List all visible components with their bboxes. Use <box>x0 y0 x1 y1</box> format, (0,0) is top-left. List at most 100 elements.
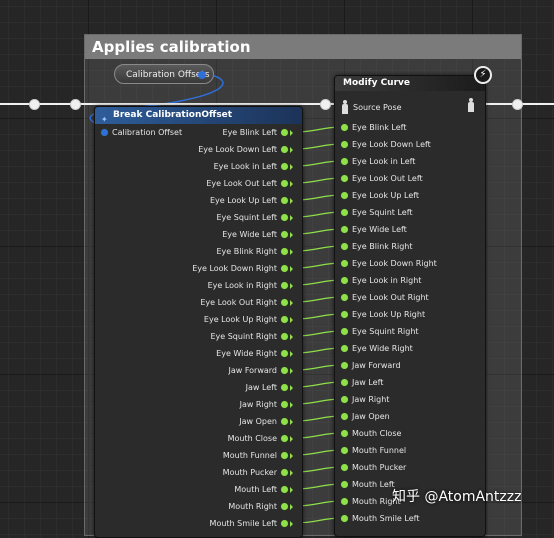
input-pin-row[interactable]: Mouth Close <box>341 429 401 438</box>
float-input-pin[interactable] <box>341 243 348 250</box>
float-output-pin[interactable] <box>281 299 288 306</box>
float-output-pin[interactable] <box>281 520 288 527</box>
output-pin-row[interactable]: Eye Blink Left <box>223 128 293 137</box>
float-output-pin[interactable] <box>281 282 288 289</box>
float-input-pin[interactable] <box>341 294 348 301</box>
float-output-pin[interactable] <box>281 384 288 391</box>
float-input-pin[interactable] <box>341 158 348 165</box>
input-pin-row[interactable]: Mouth Smile Left <box>341 514 419 523</box>
float-output-pin[interactable] <box>281 469 288 476</box>
float-input-pin[interactable] <box>341 515 348 522</box>
float-input-pin[interactable] <box>341 277 348 284</box>
float-output-pin[interactable] <box>281 231 288 238</box>
break-calibration-offset-node[interactable]: ✦ Break CalibrationOffset Calibration Of… <box>94 106 303 538</box>
float-output-pin[interactable] <box>281 435 288 442</box>
float-input-pin[interactable] <box>341 226 348 233</box>
output-pin-row[interactable]: Mouth Left <box>234 485 293 494</box>
input-pin-row[interactable]: Eye Look Out Right <box>341 293 429 302</box>
float-output-pin[interactable] <box>281 214 288 221</box>
reroute-node[interactable] <box>512 99 523 110</box>
output-pin-row[interactable]: Eye Look Down Right <box>192 264 293 273</box>
output-pin-row[interactable]: Eye Look Out Right <box>200 298 293 307</box>
float-output-pin[interactable] <box>281 146 288 153</box>
float-output-pin[interactable] <box>281 418 288 425</box>
output-pin-row[interactable]: Eye Look Down Left <box>198 145 293 154</box>
float-input-pin[interactable] <box>341 396 348 403</box>
variable-output-pin[interactable] <box>198 71 206 79</box>
float-output-pin[interactable] <box>281 316 288 323</box>
output-pin-row[interactable]: Jaw Open <box>239 417 293 426</box>
float-input-pin[interactable] <box>341 430 348 437</box>
float-output-pin[interactable] <box>281 163 288 170</box>
output-pin-row[interactable]: Eye Look Out Left <box>206 179 293 188</box>
output-pin-row[interactable]: Eye Wide Left <box>222 230 293 239</box>
source-pose-row[interactable]: Source Pose <box>341 100 402 114</box>
float-input-pin[interactable] <box>341 175 348 182</box>
float-input-pin[interactable] <box>341 464 348 471</box>
input-pin-row[interactable]: Eye Look Out Left <box>341 174 423 183</box>
output-pin-row[interactable]: Eye Look in Right <box>208 281 293 290</box>
output-pin-row[interactable]: Mouth Smile Left <box>210 519 293 528</box>
pose-figure-icon[interactable] <box>467 98 475 112</box>
output-pin-row[interactable]: Jaw Left <box>246 383 293 392</box>
input-pin-row[interactable]: Eye Squint Left <box>341 208 413 217</box>
input-pin-row[interactable]: Eye Look in Left <box>341 157 415 166</box>
input-pin-row[interactable]: Eye Look in Right <box>341 276 421 285</box>
input-pin-row[interactable]: Eye Look Down Right <box>341 259 437 268</box>
float-input-pin[interactable] <box>341 345 348 352</box>
input-pin-row[interactable]: Eye Blink Right <box>341 242 413 251</box>
float-input-pin[interactable] <box>341 260 348 267</box>
input-pin-row[interactable]: Jaw Forward <box>341 361 401 370</box>
float-output-pin[interactable] <box>281 350 288 357</box>
reroute-node[interactable] <box>70 99 81 110</box>
modify-curve-node[interactable]: Modify Curve Source Pose Eye Blink Left E… <box>334 75 486 537</box>
float-input-pin[interactable] <box>341 379 348 386</box>
float-output-pin[interactable] <box>281 452 288 459</box>
float-input-pin[interactable] <box>341 413 348 420</box>
output-pin-row[interactable]: Mouth Close <box>228 434 293 443</box>
output-pin-row[interactable]: Mouth Pucker <box>223 468 293 477</box>
struct-input-pin[interactable] <box>101 129 108 136</box>
float-output-pin[interactable] <box>281 367 288 374</box>
float-output-pin[interactable] <box>281 197 288 204</box>
reroute-node[interactable] <box>320 99 331 110</box>
float-input-pin[interactable] <box>341 124 348 131</box>
float-output-pin[interactable] <box>281 401 288 408</box>
float-output-pin[interactable] <box>281 248 288 255</box>
float-output-pin[interactable] <box>281 265 288 272</box>
input-pin-row[interactable]: Eye Wide Left <box>341 225 407 234</box>
input-pin-row[interactable]: Mouth Funnel <box>341 446 406 455</box>
float-output-pin[interactable] <box>281 333 288 340</box>
input-pin-row[interactable]: Jaw Open <box>341 412 390 421</box>
reroute-node[interactable] <box>29 99 40 110</box>
float-input-pin[interactable] <box>341 328 348 335</box>
float-input-pin[interactable] <box>341 311 348 318</box>
output-pin-row[interactable]: Mouth Right <box>228 502 293 511</box>
output-pin-row[interactable]: Eye Blink Right <box>217 247 293 256</box>
output-pin-row[interactable]: Eye Wide Right <box>216 349 293 358</box>
float-output-pin[interactable] <box>281 129 288 136</box>
input-pin-row[interactable]: Mouth Left <box>341 480 395 489</box>
pose-figure-icon[interactable] <box>341 100 349 114</box>
output-pin-row[interactable]: Eye Look Up Right <box>204 315 293 324</box>
float-output-pin[interactable] <box>281 180 288 187</box>
input-pin-row[interactable]: Mouth Pucker <box>341 463 406 472</box>
lightning-icon[interactable]: ⚡ <box>474 66 492 84</box>
input-pin-row[interactable]: Eye Squint Right <box>341 327 419 336</box>
output-pin-row[interactable]: Eye Look Up Left <box>210 196 293 205</box>
output-pin-row[interactable]: Jaw Right <box>240 400 293 409</box>
float-output-pin[interactable] <box>281 503 288 510</box>
output-pin-row[interactable]: Eye Look in Left <box>214 162 293 171</box>
calibration-offsets-variable[interactable]: Calibration Offsets <box>114 64 214 84</box>
float-input-pin[interactable] <box>341 481 348 488</box>
input-pin-row[interactable]: Calibration Offset <box>101 128 182 137</box>
output-pin-row[interactable]: Eye Squint Left <box>216 213 293 222</box>
float-input-pin[interactable] <box>341 141 348 148</box>
output-pin-row[interactable]: Mouth Funnel <box>223 451 293 460</box>
input-pin-row[interactable]: Jaw Right <box>341 395 389 404</box>
float-output-pin[interactable] <box>281 486 288 493</box>
input-pin-row[interactable]: Eye Look Up Right <box>341 310 425 319</box>
float-input-pin[interactable] <box>341 447 348 454</box>
input-pin-row[interactable]: Eye Blink Left <box>341 123 406 132</box>
float-input-pin[interactable] <box>341 362 348 369</box>
